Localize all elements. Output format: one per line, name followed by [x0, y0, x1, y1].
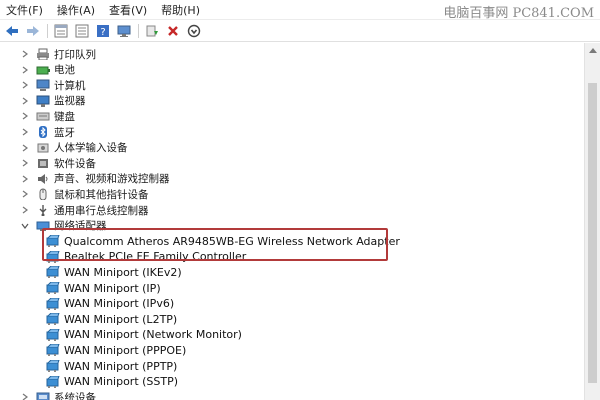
chevron-right-icon[interactable] [20, 392, 30, 400]
forward-arrow-icon[interactable] [25, 23, 41, 39]
tree-category-row[interactable]: 鼠标和其他指针设备 [20, 186, 149, 202]
tree-device-row[interactable]: WAN Miniport (PPPOE) [46, 342, 186, 358]
tree-device-row[interactable]: WAN Miniport (SSTP) [46, 374, 178, 390]
network-card-icon [46, 313, 60, 326]
category-label: 电池 [54, 64, 75, 77]
tree-category-row[interactable]: 打印队列 [20, 46, 96, 62]
computer-icon [36, 79, 50, 92]
battery-icon [36, 64, 50, 76]
software-device-icon [36, 157, 50, 169]
category-label: 通用串行总线控制器 [54, 204, 149, 217]
toolbar-separator [47, 23, 48, 38]
chevron-right-icon[interactable] [20, 49, 30, 59]
tree-category-row[interactable]: 软件设备 [20, 155, 96, 171]
tree-category-row[interactable]: 监视器 [20, 93, 86, 109]
system-device-icon [36, 391, 50, 400]
network-card-icon [46, 297, 60, 310]
chevron-right-icon[interactable] [20, 127, 30, 137]
tree-category-row[interactable]: 声音、视频和游戏控制器 [20, 171, 170, 187]
category-label: 打印队列 [54, 48, 96, 61]
scroll-up-arrow-icon[interactable] [585, 43, 600, 57]
device-label: WAN Miniport (Network Monitor) [64, 328, 242, 342]
toolbar: ? [0, 20, 600, 42]
network-card-icon [46, 328, 60, 341]
device-label: WAN Miniport (PPTP) [64, 359, 178, 373]
details-icon[interactable] [74, 23, 90, 39]
usb-icon [36, 204, 50, 216]
device-label: WAN Miniport (PPPOE) [64, 343, 187, 357]
tree-category-row[interactable]: 蓝牙 [20, 124, 75, 140]
keyboard-icon [36, 110, 50, 122]
tree-category-row[interactable]: 系统设备 [20, 389, 96, 400]
network-card-icon [46, 375, 60, 388]
device-label: WAN Miniport (IP) [64, 281, 161, 295]
tree-device-row[interactable]: WAN Miniport (IP) [46, 280, 161, 296]
svg-text:?: ? [100, 27, 105, 38]
hid-icon [36, 142, 50, 154]
menu-help[interactable]: 帮助(H) [161, 2, 200, 18]
device-label: WAN Miniport (L2TP) [64, 312, 178, 326]
highlight-box [42, 228, 388, 261]
mouse-icon [36, 188, 50, 201]
uninstall-x-icon[interactable] [165, 23, 181, 39]
device-manager-window: 文件(F) 操作(A) 查看(V) 帮助(H) 电脑百事网 PC841.COM … [0, 0, 600, 400]
network-card-icon [46, 266, 60, 279]
category-label: 声音、视频和游戏控制器 [54, 173, 170, 186]
bluetooth-icon [36, 126, 50, 138]
category-label: 软件设备 [54, 157, 96, 170]
tree-device-row[interactable]: WAN Miniport (IKEv2) [46, 264, 182, 280]
network-card-icon [46, 360, 60, 372]
category-label: 人体学输入设备 [54, 142, 128, 155]
chevron-right-icon[interactable] [20, 80, 30, 90]
menu-file[interactable]: 文件(F) [6, 2, 43, 18]
tree-category-row[interactable]: 通用串行总线控制器 [20, 202, 149, 218]
speaker-icon [36, 173, 50, 185]
toolbar-separator [138, 23, 139, 38]
network-card-icon [46, 282, 60, 294]
properties-icon[interactable] [53, 23, 69, 39]
tree-device-row[interactable]: WAN Miniport (L2TP) [46, 311, 177, 327]
device-tree: 打印队列电池计算机监视器键盘蓝牙人体学输入设备 软件设备声音、视频和游戏控制器 鼠标… [0, 43, 584, 400]
printer-icon [36, 48, 50, 60]
back-arrow-icon[interactable] [4, 23, 20, 39]
menu-action[interactable]: 操作(A) [57, 2, 95, 18]
menu-view[interactable]: 查看(V) [109, 2, 147, 18]
tree-category-row[interactable]: 电池 [20, 62, 75, 78]
chevron-right-icon[interactable] [20, 143, 30, 153]
chevron-right-icon[interactable] [20, 96, 30, 106]
network-card-icon [46, 344, 60, 357]
category-label: 计算机 [54, 79, 86, 92]
computer-icon[interactable] [116, 23, 132, 39]
tree-category-row[interactable]: 计算机 [20, 77, 86, 93]
tree-device-row[interactable]: WAN Miniport (Network Monitor) [46, 327, 242, 343]
scrollbar-thumb[interactable] [588, 83, 597, 383]
tree-category-row[interactable]: 人体学输入设备 [20, 140, 128, 156]
category-label: 键盘 [54, 110, 75, 123]
category-label: 蓝牙 [54, 126, 75, 139]
tree-device-row[interactable]: WAN Miniport (PPTP) [46, 358, 177, 374]
device-label: WAN Miniport (SSTP) [64, 375, 179, 389]
watermark: 电脑百事网 PC841.COM [443, 6, 594, 21]
chevron-right-icon[interactable] [20, 205, 30, 215]
monitor-icon [36, 95, 50, 107]
chevron-down-icon[interactable] [20, 221, 30, 231]
chevron-right-icon[interactable] [20, 65, 30, 75]
tree-device-row[interactable]: WAN Miniport (IPv6) [46, 296, 174, 312]
category-label: 鼠标和其他指针设备 [54, 188, 149, 201]
menubar: 文件(F) 操作(A) 查看(V) 帮助(H) 电脑百事网 PC841.COM [0, 0, 600, 21]
chevron-right-icon[interactable] [20, 111, 30, 121]
chevron-right-icon[interactable] [20, 158, 30, 168]
device-label: WAN Miniport (IPv6) [64, 297, 175, 311]
chevron-right-icon[interactable] [20, 189, 30, 199]
device-label: WAN Miniport (IKEv2) [64, 265, 182, 279]
category-label: 系统设备 [54, 391, 96, 400]
update-driver-icon[interactable] [144, 23, 160, 39]
chevron-right-icon[interactable] [20, 174, 30, 184]
tree-category-row[interactable]: 键盘 [20, 108, 75, 124]
disable-icon[interactable] [186, 23, 202, 39]
vertical-scrollbar[interactable] [584, 43, 600, 400]
category-label: 监视器 [54, 95, 86, 108]
help-icon[interactable]: ? [95, 23, 111, 39]
